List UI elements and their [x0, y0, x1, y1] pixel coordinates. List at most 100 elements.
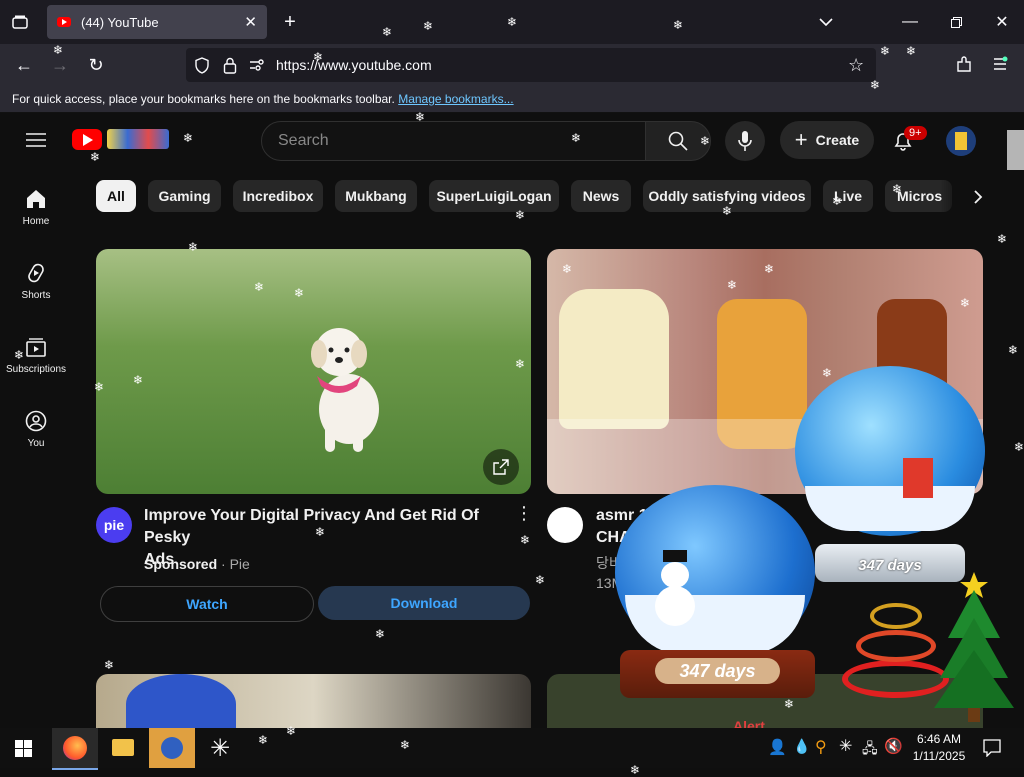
pie-channel-avatar[interactable]: pie	[96, 507, 132, 543]
days-counter-big: 347 days	[858, 556, 922, 574]
bookmarks-hint-text: For quick access, place your bookmarks h…	[12, 92, 395, 106]
subscriptions-icon	[26, 338, 46, 357]
chip-mukbang[interactable]: Mukbang	[335, 180, 417, 212]
windows-taskbar: ✳ 👤 💧 ⚲ ✳ 🖧 🔇 6:46 AM 1/11/2025	[0, 728, 1024, 771]
snow-globe-small: 347 days	[615, 485, 820, 700]
chip-live[interactable]: Live	[823, 180, 873, 212]
forward-arrow-icon[interactable]: →	[48, 53, 72, 77]
tab-title: (44) YouTube	[81, 14, 159, 30]
ad-more-options-icon[interactable]: ⋮	[515, 504, 533, 522]
shorts-icon	[28, 263, 44, 283]
open-external-icon[interactable]	[483, 449, 519, 485]
reload-icon[interactable]: ↻	[84, 53, 108, 77]
tray-snowflake-icon[interactable]: ✳	[839, 736, 852, 756]
tray-drop-icon[interactable]: 💧	[793, 738, 810, 755]
guide-menu-icon[interactable]	[26, 132, 46, 148]
url-text[interactable]: https://www.youtube.com	[276, 57, 432, 73]
snow-globe-big: 347 days	[795, 366, 990, 586]
lock-icon[interactable]	[223, 57, 237, 74]
volume-muted-icon[interactable]: 🔇	[884, 737, 903, 755]
home-icon	[27, 190, 45, 208]
tab-close-icon[interactable]: ✕	[244, 13, 257, 31]
list-all-tabs-chevron-icon[interactable]	[814, 10, 838, 34]
folder-icon	[112, 739, 134, 756]
sidebar-item-subscriptions[interactable]: Subscriptions	[0, 336, 72, 375]
sidebar-item-home[interactable]: Home	[0, 188, 72, 227]
app-menu-icon[interactable]	[992, 56, 1008, 72]
sidebar-item-you[interactable]: You	[0, 410, 72, 449]
create-label: Create	[815, 132, 860, 148]
youtube-favicon-icon	[57, 17, 71, 27]
browser-nav-bar: ← → ↻ https://www.youtube.com ☆	[0, 44, 1024, 86]
sidebar-item-shorts[interactable]: Shorts	[0, 262, 72, 301]
sidebar-item-label: You	[27, 438, 45, 449]
close-window-button[interactable]: ✕	[990, 10, 1014, 34]
tray-search-icon[interactable]: ⚲	[815, 737, 827, 757]
microphone-icon	[738, 131, 752, 151]
ad-sponsored-line: Sponsored · Pie	[144, 556, 250, 572]
row2-thumbnail-1[interactable]	[96, 674, 531, 734]
back-arrow-icon[interactable]: ←	[12, 53, 36, 77]
chip-gaming[interactable]: Gaming	[148, 180, 221, 212]
christmas-tree-image	[934, 572, 1014, 722]
sidebar-item-label: Subscriptions	[5, 364, 67, 375]
bookmarks-toolbar: For quick access, place your bookmarks h…	[0, 86, 1024, 113]
search-box[interactable]: Search	[261, 121, 647, 161]
manage-bookmarks-link[interactable]: Manage bookmarks...	[398, 92, 513, 106]
watch-button[interactable]: Watch	[100, 586, 314, 622]
chip-oddly-satisfying[interactable]: Oddly satisfying videos	[643, 180, 811, 212]
page-scrollbar-thumb[interactable]	[1007, 130, 1024, 170]
restore-button[interactable]	[944, 10, 968, 34]
you-icon	[25, 410, 47, 432]
taskbar-app-3[interactable]	[149, 728, 195, 768]
taskbar-file-explorer[interactable]	[100, 728, 146, 768]
permissions-icon[interactable]	[249, 58, 265, 72]
minimize-button[interactable]: —	[898, 10, 922, 34]
bookmark-star-icon[interactable]: ☆	[848, 55, 864, 76]
app-icon	[161, 737, 183, 759]
search-input[interactable]: Search	[278, 132, 329, 150]
windows-start-icon[interactable]	[15, 740, 32, 757]
chip-incredibox[interactable]: Incredibox	[233, 180, 323, 212]
create-button[interactable]: + Create	[780, 121, 874, 159]
clock-date: 1/11/2025	[912, 749, 966, 763]
network-icon[interactable]: 🖧	[862, 738, 878, 762]
tray-app-icon[interactable]: 👤	[768, 738, 787, 756]
gift-boxes-image	[903, 458, 933, 498]
chip-superluigilogan[interactable]: SuperLuigiLogan	[429, 180, 559, 212]
url-bar[interactable]: https://www.youtube.com ☆	[186, 48, 876, 82]
chips-next-chevron-icon[interactable]	[973, 190, 983, 204]
browser-tab-bar: (44) YouTube ✕ + — ✕	[0, 0, 1024, 44]
youtube-logo-icon[interactable]	[72, 129, 102, 150]
firefox-icon	[63, 736, 87, 760]
tab-youtube[interactable]: (44) YouTube ✕	[47, 5, 267, 39]
notification-badge: 9+	[904, 126, 927, 140]
voice-search-button[interactable]	[725, 121, 765, 161]
search-button[interactable]	[645, 121, 711, 161]
taskbar-snow-app[interactable]: ✳	[198, 728, 244, 768]
snowflake-icon: ✳	[210, 735, 231, 762]
eating-channel-avatar[interactable]	[547, 507, 583, 543]
taskbar-firefox[interactable]	[52, 728, 98, 770]
spiral-tree-image	[832, 585, 949, 711]
puppy-image	[311, 328, 379, 452]
action-center-icon[interactable]	[983, 739, 1001, 757]
ad-thumbnail[interactable]	[96, 249, 531, 494]
doodle-logo-icon[interactable]	[107, 129, 169, 149]
sponsored-label: Sponsored	[144, 556, 218, 572]
extensions-icon[interactable]	[955, 56, 973, 74]
tab-list-icon[interactable]	[8, 10, 32, 34]
sidebar-item-label: Shorts	[21, 290, 51, 301]
chip-news[interactable]: News	[571, 180, 631, 212]
taskbar-clock[interactable]: 6:46 AM 1/11/2025	[908, 728, 970, 771]
new-tab-button[interactable]: +	[278, 10, 302, 34]
download-button[interactable]: Download	[318, 586, 530, 620]
avatar[interactable]	[946, 126, 976, 156]
days-counter-small: 347 days	[655, 658, 780, 684]
chip-all[interactable]: All	[96, 180, 136, 212]
snowman-image	[655, 550, 695, 630]
shield-icon[interactable]	[194, 57, 210, 74]
search-icon	[668, 131, 688, 151]
clock-time: 6:46 AM	[916, 732, 962, 746]
ad-channel-name: Pie	[229, 556, 250, 572]
